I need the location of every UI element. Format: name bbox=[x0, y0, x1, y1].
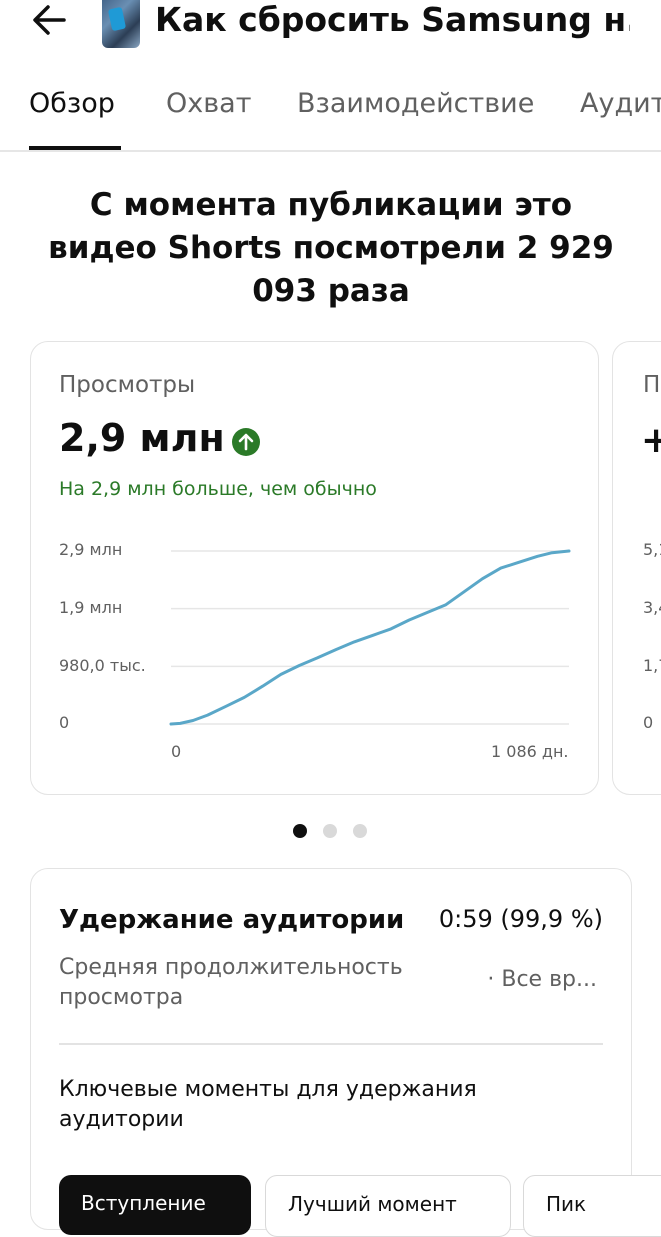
tab-engagement[interactable]: Взаимодействие bbox=[297, 88, 534, 119]
next-metric-card[interactable]: П + 5,1 3,4 1,7 0 bbox=[612, 341, 661, 795]
pager-dot[interactable] bbox=[293, 824, 307, 838]
y-tick-label: 3,4 bbox=[643, 598, 661, 617]
divider bbox=[59, 1043, 603, 1045]
tab-bar: Обзор Охват Взаимодействие Аудит bbox=[0, 80, 661, 152]
arrow-left-icon bbox=[33, 5, 66, 35]
tab-reach[interactable]: Охват bbox=[166, 88, 251, 119]
key-moments-title: Ключевые моменты для удержания аудитории bbox=[59, 1077, 477, 1132]
video-thumbnail[interactable] bbox=[102, 0, 140, 48]
back-button[interactable] bbox=[28, 0, 72, 40]
views-line-chart bbox=[169, 549, 571, 726]
y-tick-label: 5,1 bbox=[643, 540, 661, 559]
chip-top-moment[interactable]: Лучший момент bbox=[265, 1175, 511, 1237]
retention-subtitle: Средняя продолжительность просмотра bbox=[59, 955, 403, 1010]
retention-period-selector[interactable]: · Все вр... bbox=[487, 967, 597, 992]
summary-headline: С момента публикации это видео Shorts по… bbox=[48, 187, 614, 309]
video-title: Как сбросить Samsung н... bbox=[155, 0, 630, 39]
pager-dot[interactable] bbox=[323, 824, 337, 838]
thumbnail-image bbox=[107, 6, 127, 32]
retention-value: 0:59 (99,9 %) bbox=[438, 905, 603, 933]
chip-intro[interactable]: Вступление bbox=[59, 1175, 251, 1235]
views-card[interactable]: Просмотры 2,9 млн На 2,9 млн больше, чем… bbox=[30, 341, 599, 795]
next-card-value: + bbox=[641, 420, 661, 461]
tab-audience[interactable]: Аудит bbox=[580, 88, 661, 119]
top-app-bar: Как сбросить Samsung н... bbox=[0, 0, 661, 48]
carousel-pager bbox=[293, 824, 373, 840]
active-tab-indicator bbox=[29, 146, 121, 150]
chip-peak[interactable]: Пик bbox=[523, 1175, 661, 1237]
retention-card[interactable]: Удержание аудитории 0:59 (99,9 %) Средня… bbox=[30, 868, 661, 1237]
retention-title: Удержание аудитории bbox=[59, 905, 405, 935]
tab-overview[interactable]: Обзор bbox=[29, 88, 115, 119]
y-tick-label: 0 bbox=[643, 713, 654, 732]
pager-dot[interactable] bbox=[353, 824, 367, 838]
views-series-line bbox=[169, 549, 571, 726]
y-tick-label: 1,7 bbox=[643, 656, 661, 675]
next-card-label: П bbox=[643, 372, 661, 398]
